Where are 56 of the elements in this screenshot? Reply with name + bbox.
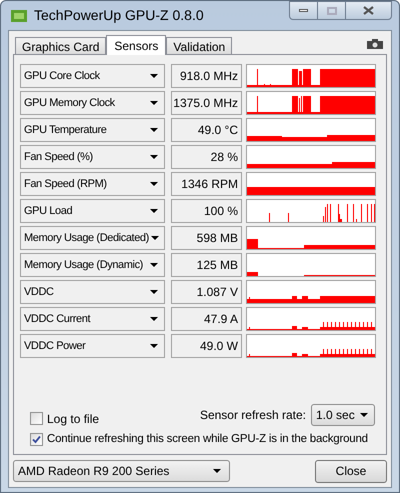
camera-icon[interactable] [367,39,383,49]
sensor-value: 28 % [171,145,242,169]
close-button[interactable]: Close [315,460,387,482]
tab[interactable]: Graphics Card [15,37,106,54]
caret-icon [213,469,221,473]
tab[interactable]: Sensors [106,35,166,55]
sensor-value: 1.087 V [171,280,242,304]
minimize-icon [299,9,308,12]
sensor-value: 49.0 °C [171,118,242,142]
checkbox-label: Log to file [47,410,100,428]
sensor-dropdown[interactable]: GPU Load [20,199,165,223]
gpu-dropdown[interactable]: AMD Radeon R9 200 Series [13,460,230,482]
sensor-dropdown[interactable]: GPU Memory Clock [20,91,165,115]
check-icon [32,434,41,444]
caret-icon [150,101,158,105]
caret-icon [150,344,158,348]
sensor-value: 1375.0 MHz [171,91,242,115]
caret-icon [150,155,158,159]
close-window-button[interactable] [345,1,392,20]
caret-icon [150,263,158,267]
tab[interactable]: Validation [166,37,232,54]
sensor-dropdown[interactable]: VDDC Power [20,334,165,358]
caret-icon [150,290,158,294]
minimize-button[interactable] [289,1,318,20]
caret-icon [150,209,158,213]
close-icon [363,6,374,15]
sensor-value: 49.0 W [171,334,242,358]
caret-icon [360,412,368,417]
sensor-dropdown[interactable]: GPU Core Clock [20,64,165,88]
sensor-dropdown[interactable]: Fan Speed (%) [20,145,165,169]
app-icon [11,8,27,22]
checkbox-label: Continue refreshing this screen while GPU-Z is in the background [47,432,368,447]
caret-icon [150,128,158,132]
maximize-button[interactable] [318,1,345,20]
window-title: TechPowerUp GPU-Z 0.8.0 [34,6,204,25]
caret-icon [150,317,158,321]
caret-icon [150,74,158,78]
sensor-value: 100 % [171,199,242,223]
sensor-value: 598 MB [171,226,242,250]
refresh-rate-label: Sensor refresh rate: [200,406,306,424]
caret-icon [150,236,159,240]
maximize-icon [326,6,336,14]
sensor-dropdown[interactable]: Fan Speed (RPM) [20,172,165,196]
caret-icon [150,182,158,186]
refresh-rate-dropdown[interactable]: 1.0 sec [311,404,375,426]
sensor-dropdown[interactable]: VDDC [20,280,165,304]
sensor-value: 125 MB [171,253,242,277]
checkbox[interactable] [30,432,43,446]
sensor-dropdown[interactable]: Memory Usage (Dedicated) [20,226,165,250]
sensor-value: 918.0 MHz [171,64,242,88]
sensor-dropdown[interactable]: VDDC Current [20,307,165,331]
sensor-dropdown[interactable]: Memory Usage (Dynamic) [20,253,165,277]
sensor-value: 1346 RPM [171,172,242,196]
sensor-value: 47.9 A [171,307,242,331]
sensor-dropdown[interactable]: GPU Temperature [20,118,165,142]
checkbox[interactable] [30,412,43,426]
